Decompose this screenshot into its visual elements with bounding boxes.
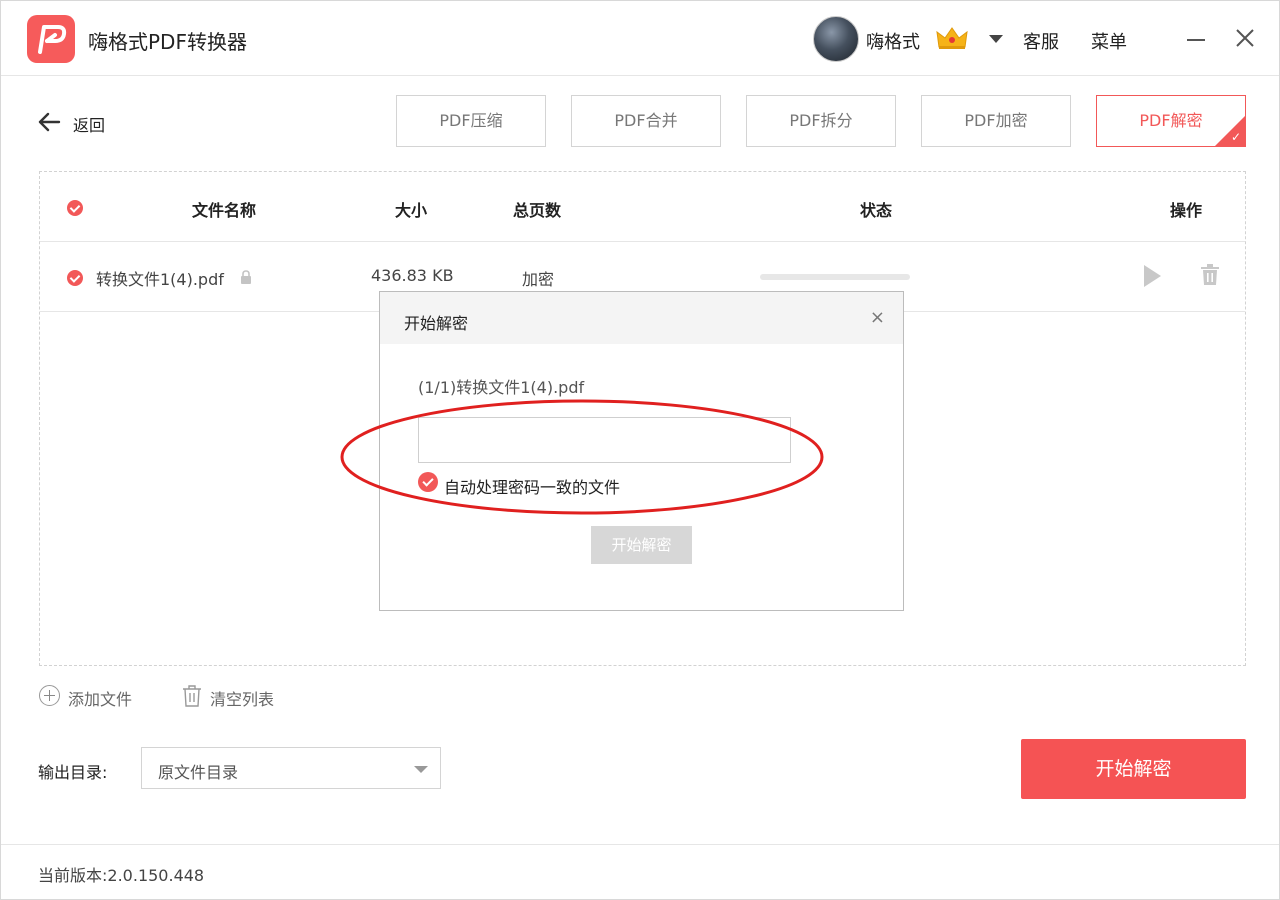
row-file-size: 436.83 KB [371,266,454,285]
tab-pdf-compress[interactable]: PDF压缩 [396,95,546,147]
back-label: 返回 [73,116,106,135]
auto-process-checkbox[interactable] [418,472,438,492]
tab-pdf-merge[interactable]: PDF合并 [571,95,721,147]
back-arrow-icon [38,112,61,132]
title-bar: 嗨格式PDF转换器 嗨格式 客服 菜单 [1,1,1279,76]
col-status: 状态 [860,201,893,220]
col-size: 大小 [395,201,428,220]
app-title: 嗨格式PDF转换器 [88,30,247,54]
tab-pdf-decrypt[interactable]: PDF解密 ✓ [1096,95,1246,147]
lock-icon [240,270,252,289]
output-dir-value: 原文件目录 [158,763,239,782]
tab-pdf-decrypt-label: PDF解密 [1139,111,1203,130]
vip-crown-icon [935,25,969,55]
app-window: 嗨格式PDF转换器 嗨格式 客服 菜单 返回 PDF压缩 PDF合并 PDF拆分… [0,0,1280,900]
clear-list-label: 清空列表 [210,690,275,709]
clear-list-button[interactable]: 清空列表 [181,684,274,709]
output-dir-label: 输出目录: [38,763,108,782]
add-circle-icon [39,685,60,706]
customer-service-link[interactable]: 客服 [1023,28,1059,54]
row-file-name: 转换文件1(4).pdf [96,270,224,289]
tab-pdf-split[interactable]: PDF拆分 [746,95,896,147]
minimize-button[interactable] [1187,39,1205,41]
selected-check-icon: ✓ [1230,130,1241,144]
dialog-start-button[interactable]: 开始解密 [591,526,692,564]
back-button[interactable]: 返回 [37,109,105,135]
trash-icon [183,685,201,707]
delete-icon[interactable] [1200,264,1220,290]
col-file-name: 文件名称 [192,201,257,220]
col-actions: 操作 [1170,201,1203,220]
status-bar: 当前版本:2.0.150.448 [1,844,1279,900]
add-file-label: 添加文件 [68,690,133,709]
user-dropdown-icon[interactable] [989,35,1003,43]
auto-process-label: 自动处理密码一致的文件 [444,478,621,497]
dialog-title: 开始解密 [404,314,469,333]
col-pages: 总页数 [513,201,562,220]
row-checkbox[interactable] [67,270,83,286]
output-dir-select[interactable]: 原文件目录 [141,747,441,789]
dialog-close-icon[interactable]: × [870,309,885,327]
play-icon[interactable] [1144,265,1161,287]
dialog-header: 开始解密 × [380,292,903,344]
version-number: 2.0.150.448 [107,866,205,885]
chevron-down-icon [414,766,428,773]
row-progress-bar [760,274,910,280]
tab-pdf-encrypt[interactable]: PDF加密 [921,95,1071,147]
menu-link[interactable]: 菜单 [1091,28,1127,54]
dialog-file-label: (1/1)转换文件1(4).pdf [418,378,585,397]
select-all-checkbox[interactable] [67,200,83,216]
version-label: 当前版本: [38,866,108,885]
version-text: 当前版本:2.0.150.448 [38,862,204,886]
table-header: 文件名称 大小 总页数 状态 操作 [40,172,1245,242]
start-decrypt-button[interactable]: 开始解密 [1021,739,1246,799]
password-input[interactable] [418,417,791,463]
user-name[interactable]: 嗨格式 [866,28,920,54]
window-close-button[interactable] [1235,28,1255,48]
decrypt-dialog: 开始解密 × (1/1)转换文件1(4).pdf 自动处理密码一致的文件 开始解… [379,291,904,611]
app-logo-icon [27,15,75,63]
row-page-count: 加密 [522,270,555,289]
user-avatar[interactable] [813,16,859,62]
